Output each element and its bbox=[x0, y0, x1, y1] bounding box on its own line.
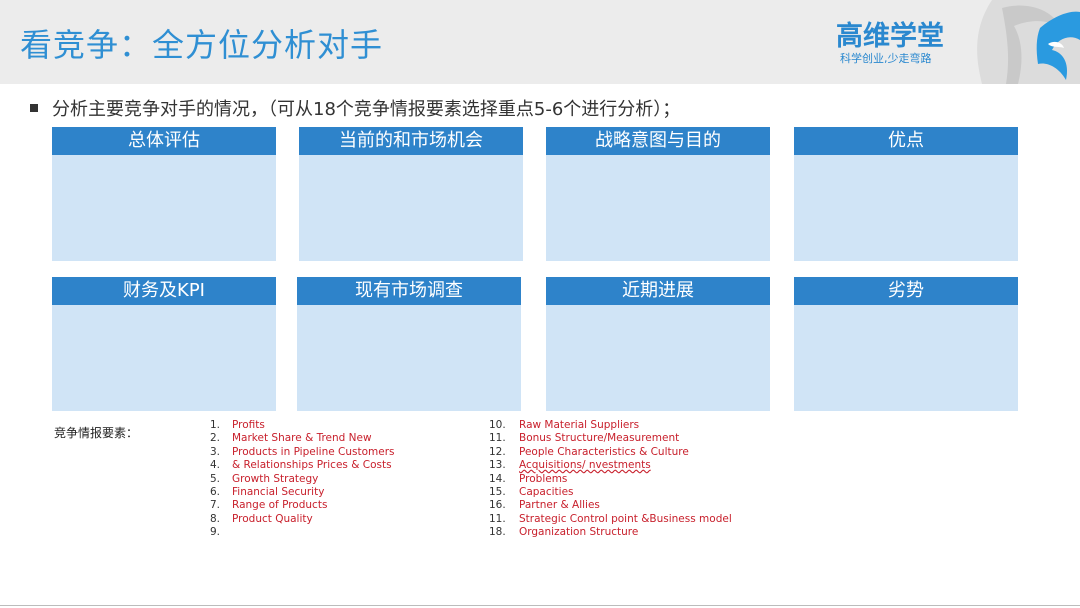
intro-text: 分析主要竞争对手的情况，（可从18个竞争情报要素选择重点5-6个进行分析）； bbox=[52, 99, 681, 120]
card-overall-assessment: 总体评估 bbox=[52, 127, 276, 261]
list-item: 4. & Relationships Prices & Costs bbox=[210, 459, 392, 472]
brand-tagline: 科学创业,少走弯路 bbox=[840, 52, 932, 65]
mascot-logo-icon bbox=[977, 0, 1080, 84]
card-header: 当前的和市场机会 bbox=[299, 127, 523, 155]
brand-name: 高维学堂 bbox=[836, 21, 944, 52]
list-item: 3. Products in Pipeline Customers bbox=[210, 445, 395, 458]
card-header: 现有市场调查 bbox=[297, 277, 521, 305]
card-market-research: 现有市场调查 bbox=[297, 277, 521, 411]
list-item: 8. Product Quality bbox=[210, 512, 313, 525]
page-title: 看竞争：全方位分析对手 bbox=[20, 26, 384, 64]
card-weaknesses: 劣势 bbox=[794, 277, 1018, 411]
list-item: 5. Growth Strategy bbox=[210, 472, 319, 485]
factors-list-left: 1. Profits 2. Market Share & Trend New 3. P… bbox=[210, 419, 395, 540]
card-header: 总体评估 bbox=[52, 127, 276, 155]
card-market-opportunity: 当前的和市场机会 bbox=[299, 127, 523, 261]
card-finance-kpi: 财务及KPI bbox=[52, 277, 276, 411]
list-item: 13. Acquisitions/ nvestments bbox=[489, 459, 651, 472]
list-item: 1. Profits bbox=[210, 419, 265, 431]
factors-list-right: 10. Raw Material Suppliers 11. Bonus Struc… bbox=[489, 419, 732, 540]
list-item: 15. Capacities bbox=[489, 485, 574, 498]
list-item: 7. Range of Products bbox=[210, 499, 328, 512]
card-header: 优点 bbox=[794, 127, 1018, 155]
intro-bullet: 分析主要竞争对手的情况，（可从18个竞争情报要素选择重点5-6个进行分析）； bbox=[30, 95, 680, 121]
list-item: 18. Organization Structure bbox=[489, 526, 639, 539]
card-header: 财务及KPI bbox=[52, 277, 276, 305]
list-item: 14. Problems bbox=[489, 472, 568, 485]
list-item: 11. Bonus Structure/Measurement bbox=[489, 432, 680, 445]
card-header: 劣势 bbox=[794, 277, 1018, 305]
card-header: 近期进展 bbox=[546, 277, 770, 305]
list-item: 9. bbox=[210, 526, 221, 539]
list-item: 16. Partner & Allies bbox=[489, 499, 600, 512]
card-recent-progress: 近期进展 bbox=[546, 277, 770, 411]
list-item: 10. Raw Material Suppliers bbox=[489, 419, 640, 431]
card-strengths: 优点 bbox=[794, 127, 1018, 261]
bottom-divider bbox=[0, 605, 1080, 606]
list-item: 6. Financial Security bbox=[210, 485, 325, 498]
list-item: 11. Strategic Control point &Business mod… bbox=[489, 512, 732, 525]
factors-label: 竞争情报要素： bbox=[54, 426, 139, 440]
card-strategic-intent: 战略意图与目的 bbox=[546, 127, 770, 261]
bullet-square-icon bbox=[30, 104, 38, 112]
card-header: 战略意图与目的 bbox=[546, 127, 770, 155]
list-item: 2. Market Share & Trend New bbox=[210, 432, 372, 445]
list-item: 12. People Characteristics & Culture bbox=[489, 445, 689, 458]
header-bar: 看竞争：全方位分析对手 高维学堂 科学创业,少走弯路 bbox=[0, 0, 1080, 84]
